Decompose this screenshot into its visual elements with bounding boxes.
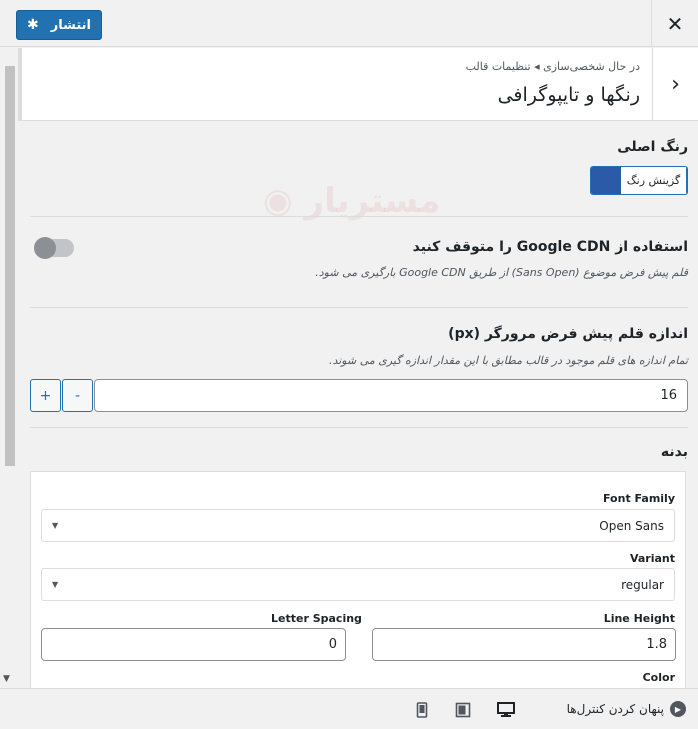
font-family-select[interactable]: ▼ Open Sans: [41, 509, 675, 542]
font-size-title: اندازه قلم پیش فرض مرورگر (px): [448, 326, 688, 342]
play-icon: ▶: [670, 701, 686, 717]
scroll-down-icon[interactable]: ▼: [3, 674, 10, 684]
publish-label: انتشار: [50, 17, 91, 33]
divider: [30, 216, 688, 217]
publish-button[interactable]: ✱ انتشار: [16, 10, 102, 40]
google-cdn-description: قلم پیش فرض موضوع (Sans Open) از طریق Go…: [315, 266, 688, 279]
typography-controls: Font Family ▼ Open Sans Variant ▼ regula…: [30, 471, 686, 688]
hide-controls-label: پنهان کردن کنترل‌ها: [566, 702, 664, 716]
watermark-logo: ◉ مستریار: [263, 181, 441, 221]
chevron-right-icon: ›: [671, 71, 680, 97]
close-button[interactable]: ✕: [651, 0, 698, 47]
divider: [30, 427, 688, 428]
letter-spacing-label: Letter Spacing: [271, 612, 362, 625]
section-header: در حال شخصی‌سازی ◂ تنظیمات قالب رنگها و …: [18, 48, 698, 121]
main-color-title: رنگ اصلی: [617, 139, 688, 155]
mobile-icon: [416, 702, 428, 718]
customizer-footer: ▶ پنهان کردن کنترل‌ها: [0, 688, 698, 729]
color-label: Color: [642, 671, 675, 684]
line-height-label: Line Height: [603, 612, 675, 625]
close-icon: ✕: [666, 11, 684, 36]
font-size-input[interactable]: 16: [94, 379, 688, 412]
google-cdn-toggle[interactable]: [34, 237, 74, 259]
desktop-preview-button[interactable]: [497, 701, 515, 719]
desktop-icon: [497, 702, 515, 717]
letter-spacing-input[interactable]: 0: [41, 628, 346, 661]
page-title: رنگها و تایپوگرافی: [497, 84, 640, 106]
mobile-preview-button[interactable]: [413, 701, 431, 719]
color-picker-label: گزینش رنگ: [621, 167, 687, 194]
color-swatch[interactable]: [591, 167, 621, 194]
chevron-down-icon: ▼: [52, 580, 59, 589]
breadcrumb: در حال شخصی‌سازی ◂ تنظیمات قالب: [465, 60, 640, 73]
variant-value: regular: [621, 577, 664, 592]
scrollbar-thumb[interactable]: [5, 66, 15, 466]
variant-label: Variant: [629, 552, 675, 565]
customizer-topbar: ✱ انتشار ✕: [0, 0, 698, 47]
tablet-icon: [455, 702, 471, 718]
google-cdn-title: استفاده از Google CDN را متوقف کنید: [412, 239, 688, 255]
divider: [30, 307, 688, 308]
font-family-label: Font Family: [602, 492, 675, 505]
decrement-button[interactable]: -: [62, 379, 93, 412]
toggle-knob: [34, 237, 56, 259]
line-height-input[interactable]: 1.8: [372, 628, 676, 661]
body-typography-title: بدنه: [660, 444, 688, 460]
hide-controls-button[interactable]: ▶ پنهان کردن کنترل‌ها: [567, 701, 686, 717]
increment-button[interactable]: +: [30, 379, 61, 412]
font-size-description: تمام اندازه های قلم موجود در قالب مطابق …: [328, 354, 688, 367]
controls-panel: ◉ مستریار ◉ مستریار رنگ اصلی گزینش رنگ ا…: [18, 121, 698, 688]
font-family-value: Open Sans: [599, 518, 664, 533]
back-button[interactable]: ›: [652, 48, 698, 120]
tablet-preview-button[interactable]: [454, 701, 472, 719]
chevron-down-icon: ▼: [52, 521, 59, 530]
color-picker-button[interactable]: گزینش رنگ: [590, 166, 688, 195]
scrollbar[interactable]: ▼: [0, 48, 18, 688]
gear-icon[interactable]: ✱: [27, 17, 39, 33]
variant-select[interactable]: ▼ regular: [41, 568, 675, 601]
